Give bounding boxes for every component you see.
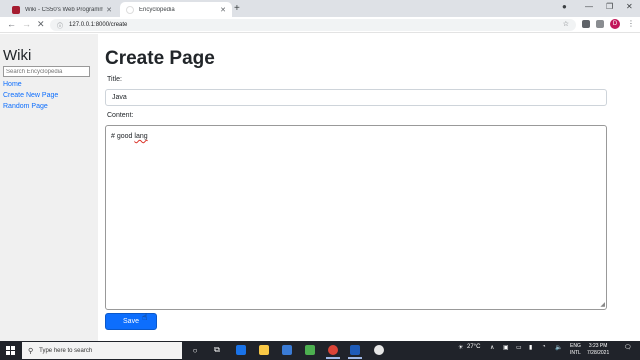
cortana-icon[interactable]: ○ — [190, 345, 200, 355]
main-content: Create Page Title: Java Content: # good … — [98, 34, 640, 341]
tab-title: Wiki - CS50's Web Programming — [25, 6, 104, 13]
powershell-icon[interactable] — [348, 345, 362, 359]
sidebar-link-home[interactable]: Home — [3, 81, 22, 88]
kebab-menu-icon[interactable]: ⋮ — [627, 19, 635, 28]
profile-avatar[interactable]: D — [610, 19, 620, 29]
tab-wiki-cs50[interactable]: Wiki - CS50's Web Programming ✕ — [6, 2, 118, 17]
new-tab-icon[interactable]: + — [234, 3, 240, 14]
back-arrow-icon[interactable]: ← — [7, 19, 16, 29]
close-tab-icon[interactable]: ✕ — [106, 6, 112, 14]
tab-title: Encyclopedia — [139, 6, 175, 13]
title-input-value: Java — [112, 94, 127, 101]
mail-icon[interactable] — [282, 345, 292, 355]
info-icon[interactable]: ⓘ — [57, 21, 63, 30]
title-label: Title: — [107, 76, 122, 83]
edge-icon[interactable] — [236, 345, 246, 355]
address-bar[interactable]: ⓘ 127.0.0.1:8000/create ☆ — [50, 19, 576, 31]
content-hash: # — [111, 133, 115, 140]
taskbar-clock[interactable]: 3:23 PM 7/28/2021 — [587, 343, 609, 357]
site-brand: Wiki — [3, 47, 32, 64]
close-tab-icon[interactable]: ✕ — [220, 6, 226, 14]
content-label: Content: — [107, 112, 134, 119]
network-icon[interactable]: ▭ — [516, 344, 522, 351]
search-icon: ⚲ — [28, 347, 34, 355]
sidebar: Wiki Home Create New Page Random Page — [0, 34, 98, 341]
tray-app-icon[interactable]: ▣ — [503, 344, 509, 351]
minimize-icon[interactable]: — — [585, 2, 593, 11]
file-explorer-icon[interactable] — [259, 345, 269, 355]
content-misspelled-word: lang — [134, 133, 148, 140]
chrome-icon[interactable] — [326, 345, 340, 359]
address-url: 127.0.0.1:8000/create — [69, 22, 128, 28]
content-textarea[interactable]: # good lang ◢ — [105, 125, 607, 310]
wifi-icon[interactable]: ◔ — [542, 344, 546, 350]
save-button[interactable]: Save — [105, 313, 157, 330]
battery-icon[interactable]: ▮ — [529, 344, 532, 351]
tab-encyclopedia[interactable]: Encyclopedia ✕ — [120, 2, 232, 17]
globe-favicon-icon — [126, 5, 134, 14]
weather-temperature[interactable]: 27°C — [467, 344, 480, 350]
store-icon[interactable] — [305, 345, 315, 355]
clock-date: 7/28/2021 — [587, 350, 610, 356]
lang-code: ENG — [570, 343, 581, 349]
tray-chevron-icon[interactable]: ∧ — [490, 344, 494, 351]
taskbar-search-placeholder: Type here to search — [39, 347, 93, 354]
maximize-icon[interactable]: ❐ — [606, 2, 613, 11]
task-view-icon[interactable]: ⧉ — [212, 345, 222, 355]
windows-taskbar: ⚲ Type here to search ○ ⧉ ☀ 27°C ∧ ▣ ▭ ▮… — [0, 341, 640, 360]
hand-cursor-icon: ☝ — [142, 312, 148, 322]
lang-layout: INTL — [570, 350, 581, 356]
stop-loading-icon[interactable]: ✕ — [37, 19, 45, 30]
resize-handle-icon[interactable]: ◢ — [600, 301, 605, 308]
obs-icon[interactable] — [374, 345, 384, 355]
content-word: good — [116, 133, 133, 140]
close-window-icon[interactable]: ✕ — [626, 2, 633, 11]
volume-icon[interactable]: 🔈 — [555, 344, 562, 351]
title-input[interactable]: Java — [105, 89, 607, 106]
browser-toolbar: ← → ✕ ⓘ 127.0.0.1:8000/create ☆ D ⋮ — [0, 17, 640, 33]
harvard-favicon-icon — [12, 5, 20, 14]
extension-puzzle-icon[interactable] — [596, 20, 604, 28]
weather-icon[interactable]: ☀ — [458, 344, 463, 351]
taskbar-search[interactable]: ⚲ Type here to search — [22, 342, 182, 359]
notifications-icon[interactable]: 🗨 — [624, 344, 632, 351]
search-input[interactable] — [3, 66, 90, 77]
browser-tab-strip: Wiki - CS50's Web Programming ✕ Encyclop… — [0, 0, 640, 17]
forward-arrow-icon[interactable]: → — [22, 19, 31, 29]
extension-icon[interactable] — [582, 20, 590, 28]
clock-time: 3:23 PM — [588, 343, 608, 349]
page-title: Create Page — [105, 48, 215, 69]
sidebar-link-random-page[interactable]: Random Page — [3, 103, 48, 110]
windows-start-icon[interactable] — [6, 346, 15, 355]
bookmark-star-icon[interactable]: ☆ — [563, 20, 569, 28]
sidebar-link-create-new-page[interactable]: Create New Page — [3, 92, 58, 99]
input-language[interactable]: ENG INTL — [570, 343, 581, 357]
record-icon[interactable]: ● — [562, 2, 567, 11]
